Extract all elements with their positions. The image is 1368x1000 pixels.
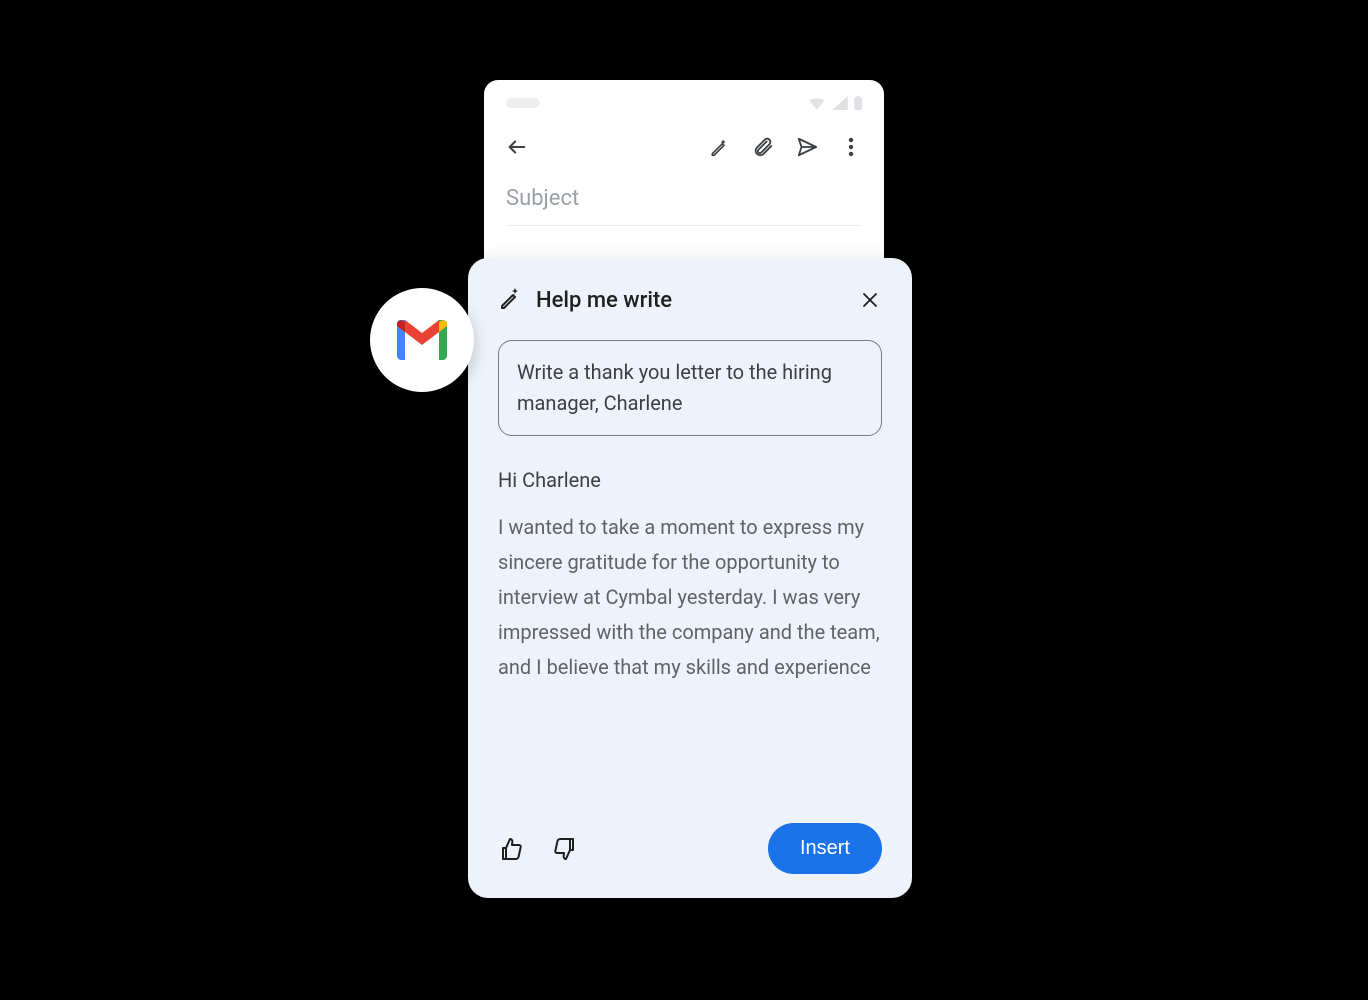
gmail-logo-badge: [370, 288, 474, 392]
generated-output: Hi Charlene I wanted to take a moment to…: [498, 468, 882, 805]
output-body: I wanted to take a moment to express my …: [498, 510, 882, 685]
output-greeting: Hi Charlene: [498, 468, 882, 492]
thumbs-down-icon[interactable]: [552, 836, 578, 862]
magic-pen-icon: [498, 286, 522, 314]
thumbs-up-icon[interactable]: [498, 836, 524, 862]
gmail-icon: [393, 318, 451, 362]
signal-icon: [832, 96, 848, 110]
panel-title: Help me write: [536, 288, 672, 313]
back-arrow-icon[interactable]: [506, 136, 528, 158]
status-pill: [506, 98, 540, 108]
close-icon[interactable]: [858, 288, 882, 312]
help-me-write-panel: Help me write Write a thank you letter t…: [468, 258, 912, 898]
subject-field[interactable]: Subject: [506, 186, 862, 226]
status-bar: [506, 94, 862, 112]
attachment-icon[interactable]: [752, 136, 774, 158]
more-icon[interactable]: [840, 136, 862, 158]
wifi-icon: [808, 96, 826, 110]
prompt-input[interactable]: Write a thank you letter to the hiring m…: [498, 340, 882, 436]
fade-overlay: [498, 735, 882, 805]
send-icon[interactable]: [796, 136, 818, 158]
compose-card: Subject: [484, 80, 884, 260]
compose-toolbar: [506, 136, 862, 158]
insert-button[interactable]: Insert: [768, 823, 882, 874]
status-icons: [808, 96, 862, 110]
battery-icon: [854, 96, 862, 110]
magic-pen-icon[interactable]: [708, 136, 730, 158]
